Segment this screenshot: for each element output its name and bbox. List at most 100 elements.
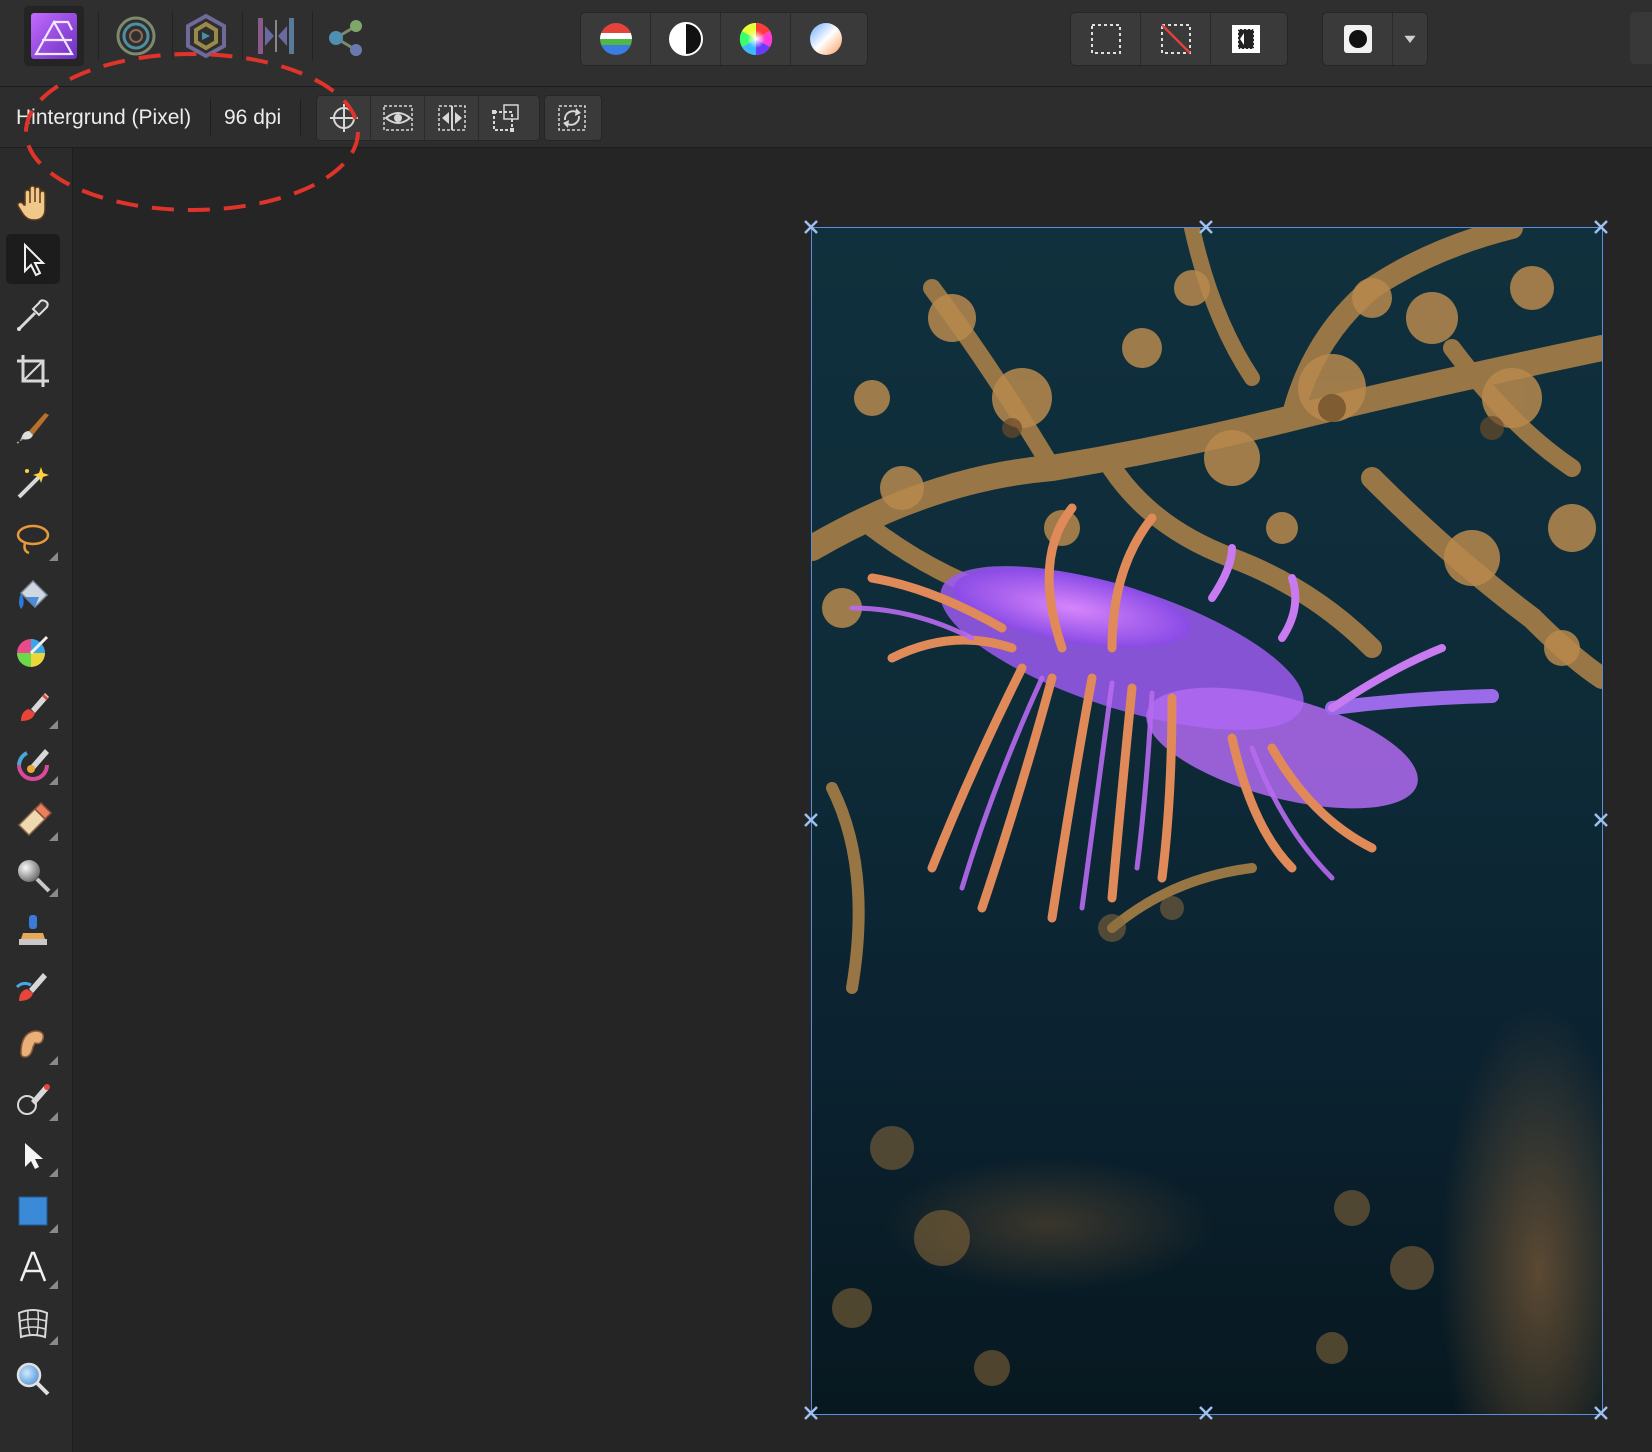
flip-icon — [437, 105, 466, 131]
rectangle-tool[interactable] — [6, 1186, 60, 1236]
resize-handle-middle-left[interactable] — [802, 811, 820, 829]
hsl-button[interactable] — [721, 13, 791, 65]
rotate-button-group — [544, 95, 602, 141]
inpainting-brush-tool[interactable] — [6, 962, 60, 1012]
resize-handle-top-left[interactable] — [802, 218, 820, 236]
node-arrow-icon — [25, 1143, 43, 1169]
invert-selection-button[interactable] — [1211, 13, 1281, 65]
mesh-warp-icon — [17, 1309, 49, 1339]
zoom-tool[interactable] — [6, 1354, 60, 1404]
flyout-indicator — [49, 1168, 58, 1177]
handle-x-icon — [1199, 1406, 1213, 1420]
arrow-pointer-icon — [24, 242, 46, 277]
deselect-icon — [1160, 24, 1191, 54]
recolor-icon — [810, 23, 842, 55]
mixer-brush-icon — [17, 749, 49, 781]
flyout-indicator — [49, 1112, 58, 1121]
chevron-down-icon — [1404, 35, 1416, 43]
crop-tool[interactable] — [6, 346, 60, 396]
levels-button[interactable] — [581, 13, 651, 65]
handle-x-icon — [804, 220, 818, 234]
adjustment-buttons — [580, 12, 868, 66]
crop-icon — [17, 355, 49, 387]
resize-handle-middle-right[interactable] — [1592, 811, 1610, 829]
paint-brush-icon — [21, 693, 49, 721]
white-balance-button[interactable] — [651, 13, 721, 65]
flyout-indicator — [49, 1056, 58, 1065]
selection-buttons — [1070, 12, 1288, 66]
clone-stamp-icon — [19, 915, 47, 945]
inpainting-brush-icon — [15, 973, 47, 1001]
flyout-indicator — [49, 832, 58, 841]
resize-handle-bottom-center[interactable] — [1197, 1404, 1215, 1422]
red-eye-tool[interactable] — [6, 1074, 60, 1124]
invert-selection-icon — [1232, 25, 1260, 53]
flyout-indicator — [49, 1224, 58, 1233]
flyout-indicator — [49, 776, 58, 785]
selection-bounding-box[interactable] — [811, 227, 1603, 1415]
selection-brush-tool[interactable] — [6, 402, 60, 452]
rectangle-icon — [18, 1196, 48, 1226]
flyout-indicator — [49, 552, 58, 561]
transform-objects-button[interactable] — [479, 96, 533, 140]
eyedropper-icon — [17, 299, 49, 331]
quick-mask-button[interactable] — [1323, 13, 1393, 65]
eraser-icon — [17, 801, 53, 837]
marquee-selection-icon — [1090, 24, 1121, 54]
clone-brush-tool[interactable] — [6, 906, 60, 956]
quick-mask-icon — [1343, 25, 1372, 53]
dodge-icon — [18, 860, 51, 893]
right-toolbar-edge — [1630, 12, 1652, 64]
tools-panel — [0, 148, 73, 1452]
deselect-button[interactable] — [1141, 13, 1211, 65]
magic-wand-icon — [17, 467, 49, 499]
smudge-icon — [20, 1030, 45, 1058]
resize-handle-bottom-right[interactable] — [1592, 1404, 1610, 1422]
text-a-icon — [19, 1251, 47, 1282]
show-bounds-button[interactable] — [371, 96, 425, 140]
show-bounds-icon — [382, 105, 413, 131]
mixer-brush-tool[interactable] — [6, 738, 60, 788]
handle-x-icon — [1199, 220, 1213, 234]
resize-handle-top-center[interactable] — [1197, 218, 1215, 236]
red-eye-brush-icon — [17, 1084, 50, 1115]
lasso-icon — [16, 524, 50, 555]
flyout-indicator — [49, 1280, 58, 1289]
color-replacement-tool[interactable] — [6, 626, 60, 676]
selection-brush-icon — [16, 413, 49, 444]
paint-brush-tool[interactable] — [6, 682, 60, 732]
smudge-brush-tool[interactable] — [6, 1018, 60, 1068]
paint-bucket-icon — [19, 579, 49, 609]
flyout-indicator — [49, 888, 58, 897]
freehand-selection-tool[interactable] — [6, 514, 60, 564]
handle-x-icon — [804, 1406, 818, 1420]
flyout-indicator — [49, 720, 58, 729]
white-balance-icon — [668, 22, 703, 56]
handle-x-icon — [804, 813, 818, 827]
color-wheel-brush-icon — [17, 635, 49, 667]
transform-objects-icon — [492, 104, 519, 132]
color-picker-tool[interactable] — [6, 290, 60, 340]
resize-handle-bottom-left[interactable] — [802, 1404, 820, 1422]
flyout-indicator — [49, 1336, 58, 1345]
handle-x-icon — [1594, 220, 1608, 234]
marquee-selection-button[interactable] — [1071, 13, 1141, 65]
recolor-button[interactable] — [791, 13, 861, 65]
rotate-icon — [558, 105, 586, 131]
text-tool[interactable] — [6, 1242, 60, 1292]
rotate-button[interactable] — [545, 96, 599, 140]
quick-mask-control — [1322, 12, 1428, 66]
flood-fill-tool[interactable] — [6, 570, 60, 620]
magnifier-icon — [16, 1362, 50, 1396]
move-tool[interactable] — [6, 234, 60, 284]
dodge-tool[interactable] — [6, 850, 60, 900]
handle-x-icon — [1594, 813, 1608, 827]
resize-handle-top-right[interactable] — [1592, 218, 1610, 236]
erase-brush-tool[interactable] — [6, 794, 60, 844]
quick-mask-dropdown[interactable] — [1393, 13, 1427, 65]
mesh-warp-tool[interactable] — [6, 1298, 60, 1348]
flip-button[interactable] — [425, 96, 479, 140]
annotation-ellipse — [24, 52, 360, 212]
flood-select-tool[interactable] — [6, 458, 60, 508]
node-tool[interactable] — [6, 1130, 60, 1180]
